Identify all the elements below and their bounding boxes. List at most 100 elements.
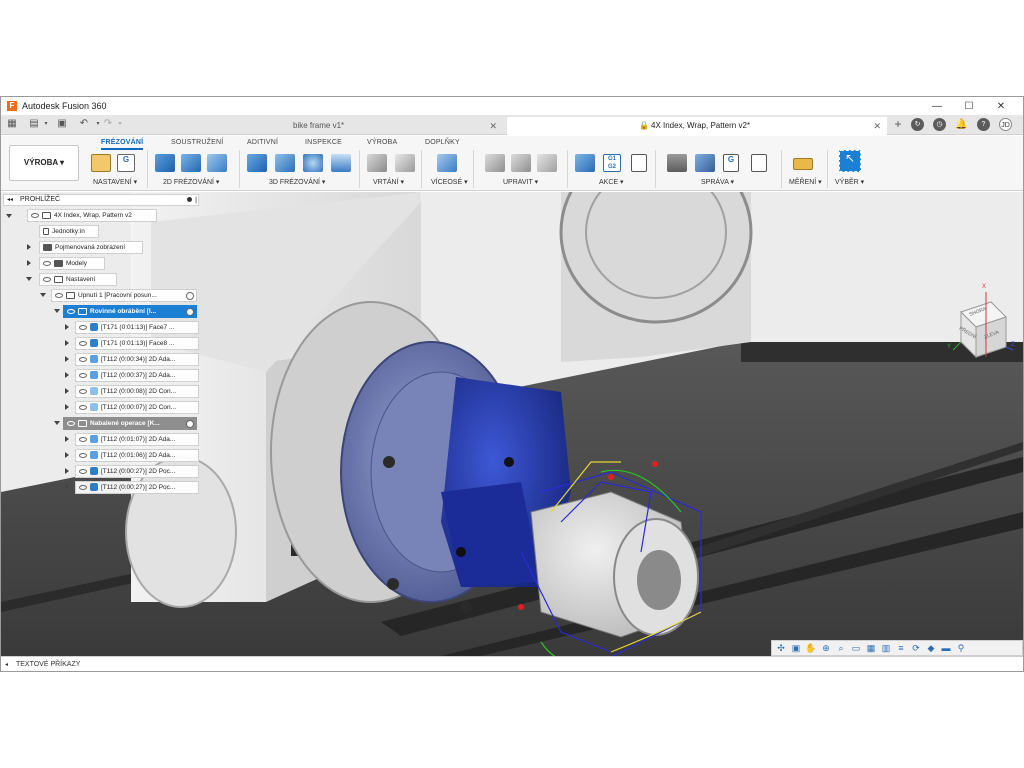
group-3d-milling-label[interactable]: 3D FRÉZOVÁNÍ ▾ bbox=[269, 178, 325, 186]
pan-hand-icon[interactable]: ✋ bbox=[805, 643, 817, 654]
expand-op-icon[interactable] bbox=[65, 452, 69, 458]
data-panel-grid-icon[interactable]: ▦ bbox=[5, 117, 19, 131]
visibility-eye-icon[interactable] bbox=[79, 452, 87, 458]
select-cursor-icon[interactable]: ↖ bbox=[839, 150, 861, 172]
visibility-eye-icon[interactable] bbox=[31, 212, 39, 218]
visibility-eye-icon[interactable] bbox=[79, 436, 87, 442]
visual-style-icon[interactable]: ◆ bbox=[925, 643, 937, 654]
redo-dropdown-chevron-icon[interactable]: ▾ bbox=[113, 117, 127, 131]
visibility-eye-icon[interactable] bbox=[79, 324, 87, 330]
group-manage-label[interactable]: SPRÁVA ▾ bbox=[701, 178, 734, 186]
job-status-icon[interactable]: ◷ bbox=[933, 118, 946, 131]
3d-contour-icon[interactable] bbox=[331, 154, 351, 172]
orbit-icon[interactable]: ✣ bbox=[775, 643, 787, 654]
visibility-eye-icon[interactable] bbox=[79, 468, 87, 474]
active-setup-radio[interactable] bbox=[186, 292, 194, 300]
operation-row[interactable]: [T171 (0:01:13)] Face7 ... bbox=[75, 321, 199, 334]
expand-models-icon[interactable] bbox=[27, 260, 31, 266]
notifications-bell-icon[interactable]: 🔔 bbox=[955, 118, 968, 131]
delete-icon[interactable] bbox=[511, 154, 531, 172]
collapse-panel-icon[interactable]: ◂◂ bbox=[7, 195, 13, 205]
group-wrapped-node[interactable]: Nabalené operace [K... bbox=[63, 417, 197, 430]
group-inspect-label[interactable]: MĚŘENÍ ▾ bbox=[789, 178, 822, 186]
named-views-node[interactable]: Pojmenovaná zobrazení bbox=[39, 241, 143, 254]
3d-pocket-icon[interactable] bbox=[275, 154, 295, 172]
expand-op-icon[interactable] bbox=[65, 324, 69, 330]
group-modify-label[interactable]: UPRAVIT ▾ bbox=[503, 178, 538, 186]
operation-row[interactable]: [T112 (0:00:27)] 2D Poc... bbox=[75, 481, 199, 494]
expand-op-icon[interactable] bbox=[65, 484, 69, 490]
visibility-eye-icon[interactable] bbox=[55, 292, 63, 298]
group-drilling-label[interactable]: VRTÁNÍ ▾ bbox=[373, 178, 404, 186]
tab-turning[interactable]: SOUSTRUŽENÍ bbox=[171, 139, 223, 146]
extensions-icon[interactable]: ↻ bbox=[911, 118, 924, 131]
setups-node[interactable]: Nastavení bbox=[39, 273, 117, 286]
thread-icon[interactable] bbox=[395, 154, 415, 172]
help-icon[interactable]: ? bbox=[977, 118, 990, 131]
tab-milling[interactable]: FRÉZOVÁNÍ bbox=[101, 139, 144, 150]
close-button[interactable]: ✕ bbox=[985, 101, 1017, 112]
tool-library-icon[interactable] bbox=[667, 154, 687, 172]
drill-icon[interactable] bbox=[367, 154, 387, 172]
tab-manufacture[interactable]: VÝROBA bbox=[367, 139, 397, 146]
tab-utilities[interactable]: DOPLŇKY bbox=[425, 139, 460, 146]
file-dropdown-chevron-icon[interactable]: ▾ bbox=[39, 117, 53, 131]
visibility-eye-icon[interactable] bbox=[79, 356, 87, 362]
wcs-setup-icon[interactable]: G bbox=[117, 154, 135, 172]
tab-additive[interactable]: ADITIVNÍ bbox=[247, 139, 278, 146]
effects-icon[interactable]: ⟳ bbox=[910, 643, 922, 654]
units-node[interactable]: Jednotky:in bbox=[39, 225, 99, 238]
active-group-radio[interactable] bbox=[186, 420, 194, 428]
setup1-node[interactable]: Upnutí 1 [Pracovní posun... bbox=[51, 289, 197, 302]
setup-sheet-icon[interactable] bbox=[631, 154, 647, 172]
browser-root-node[interactable]: 4X Index, Wrap, Pattern v2 bbox=[27, 209, 157, 222]
simulate-icon[interactable] bbox=[575, 154, 595, 172]
panel-menu-icon[interactable]: | bbox=[195, 196, 197, 206]
group-actions-label[interactable]: AKCE ▾ bbox=[599, 178, 624, 186]
operation-row[interactable]: [T112 (0:00:37)] 2D Ada... bbox=[75, 369, 199, 382]
grid-icon[interactable]: ▦ bbox=[865, 643, 877, 654]
expand-op-icon[interactable] bbox=[65, 356, 69, 362]
group-setup-label[interactable]: NASTAVENÍ ▾ bbox=[93, 178, 137, 186]
tab-inspection[interactable]: INSPEKCE bbox=[305, 139, 342, 146]
machine-library-icon[interactable] bbox=[695, 154, 715, 172]
expand-root-icon[interactable] bbox=[6, 214, 12, 218]
visibility-eye-icon[interactable] bbox=[43, 276, 51, 282]
visibility-eye-icon[interactable] bbox=[43, 260, 51, 266]
tab-bike-frame[interactable]: bike frame v1* ✕ bbox=[275, 117, 505, 135]
2d-adaptive-icon[interactable] bbox=[155, 154, 175, 172]
display-settings-icon[interactable]: ▭ bbox=[850, 643, 862, 654]
text-commands-bar[interactable]: ◂ TEXTOVÉ PŘÍKAZY bbox=[1, 656, 1023, 671]
cut-icon[interactable] bbox=[485, 154, 505, 172]
operation-row[interactable]: [T112 (0:01:07)] 2D Ada... bbox=[75, 433, 199, 446]
2d-pocket-icon[interactable] bbox=[181, 154, 201, 172]
post-process-icon[interactable]: G1 G2 bbox=[603, 154, 621, 172]
expand-op-icon[interactable] bbox=[65, 404, 69, 410]
expand-op-icon[interactable] bbox=[65, 436, 69, 442]
expand-setups-icon[interactable] bbox=[26, 277, 32, 281]
tab-4x-index[interactable]: 🔒 4X Index, Wrap, Pattern v2* ✕ bbox=[507, 117, 887, 135]
look-at-icon[interactable]: ▣ bbox=[790, 643, 802, 654]
face-icon[interactable] bbox=[207, 154, 227, 172]
new-tab-plus-icon[interactable]: + bbox=[891, 117, 905, 131]
operation-row[interactable]: [T112 (0:00:07)] 2D Con... bbox=[75, 401, 199, 414]
visibility-eye-icon[interactable] bbox=[79, 340, 87, 346]
models-node[interactable]: Modely bbox=[39, 257, 105, 270]
group-facing-node[interactable]: Rovinné obrábění [I... bbox=[63, 305, 197, 318]
post-library-icon[interactable]: G bbox=[723, 154, 739, 172]
group-multi-axis-label[interactable]: VÍCEOSÉ ▾ bbox=[431, 178, 468, 186]
visibility-eye-icon[interactable] bbox=[79, 372, 87, 378]
group-select-label[interactable]: VÝBĚR ▾ bbox=[835, 178, 864, 186]
visibility-eye-icon[interactable] bbox=[79, 388, 87, 394]
3d-adaptive-icon[interactable] bbox=[247, 154, 267, 172]
expand-group2-icon[interactable] bbox=[54, 421, 60, 425]
setup-folder-icon[interactable] bbox=[91, 154, 111, 172]
operation-row[interactable]: [T112 (0:00:34)] 2D Ada... bbox=[75, 353, 199, 366]
group-2d-milling-label[interactable]: 2D FRÉZOVÁNÍ ▾ bbox=[163, 178, 219, 186]
visibility-eye-icon[interactable] bbox=[67, 420, 75, 426]
pin-panel-icon[interactable] bbox=[187, 197, 192, 202]
minimize-button[interactable]: — bbox=[921, 101, 953, 112]
expand-named-views-icon[interactable] bbox=[27, 244, 31, 250]
expand-op-icon[interactable] bbox=[65, 372, 69, 378]
user-avatar[interactable]: JD bbox=[999, 118, 1012, 131]
